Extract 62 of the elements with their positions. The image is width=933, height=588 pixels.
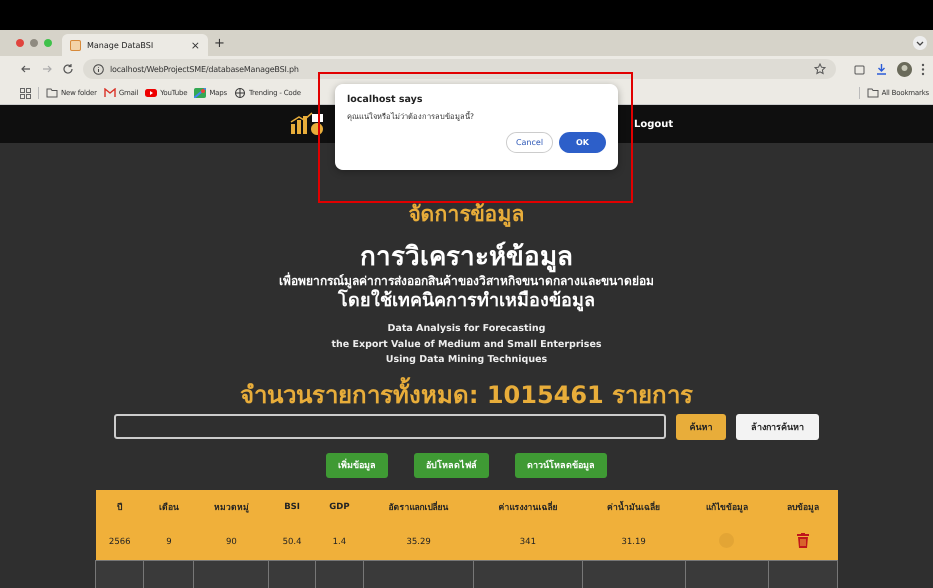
english-subtitle: the Export Value of Medium and Small Enterprises [331,338,602,352]
page-heading: จัดการข้อมูล [408,201,524,227]
star-icon[interactable] [814,63,826,75]
column-header: เดือน [144,490,194,524]
address-bar[interactable]: localhost/WebProjectSME/databaseManageBSI.ph [83,59,836,79]
cancel-button[interactable]: Cancel [506,132,553,153]
back-icon[interactable] [20,63,32,75]
folder-icon [866,88,879,98]
search-button[interactable]: ค้นหา [676,414,726,440]
table-cell: 9 [144,524,194,560]
column-header: ค่าน้ำมันเฉลี่ย [582,490,686,524]
folder-icon [46,88,58,98]
action-button[interactable]: อัปโหลดไฟล์ [414,452,489,478]
url-text: localhost/WebProjectSME/databaseManageBSI.ph [110,64,299,74]
trash-icon[interactable] [797,532,810,548]
column-header: BSI [268,490,316,524]
dialog-title: localhost says [347,94,424,105]
column-header: อัตราแลกเปลี่ยน [364,490,474,524]
table-cell: 35.29 [364,524,474,560]
action-button[interactable]: เพิ่มข้อมูล [326,452,388,478]
ok-button[interactable]: OK [559,132,606,153]
table-cell: 50.4 [268,524,316,560]
map-icon [194,88,206,98]
clear-search-button[interactable]: ล้างการค้นหา [736,414,819,440]
mail-icon [104,88,116,98]
logout-link[interactable]: Logout [634,118,674,130]
close-window-icon[interactable] [16,39,24,47]
menu-icon[interactable] [921,62,925,76]
thai-subtitle: เพื่อพยากรณ์มูลค่าการส่งออกสินค้าของวิสาหกิจขนาดกลางและขนาดย่อม [279,273,654,289]
column-header: หมวดหมู่ [194,490,269,524]
search-field[interactable] [114,414,666,439]
play-icon [145,88,158,98]
thai-subtitle: โดยใช้เทคนิคการทำเหมืองข้อมูล [338,289,595,313]
logo-icon [290,112,324,136]
browser-tab[interactable]: Manage DataBSI × [62,34,208,56]
english-subtitle: Using Data Mining Techniques [386,353,548,367]
table-cell: 90 [194,524,269,560]
table-cell: 341 [474,524,582,560]
page-title: การวิเคราะห์ข้อมูล [360,241,573,272]
record-count: จำนวนรายการทั้งหมด: 1015461 รายการ [240,380,694,410]
avatar-icon[interactable] [897,62,912,76]
reload-icon[interactable] [62,63,74,75]
favicon-icon [70,40,81,50]
column-header: ลบข้อมูล [768,490,838,524]
column-header: GDP [315,490,364,524]
chevron-down-icon[interactable] [913,36,927,50]
download-icon[interactable] [875,62,888,76]
table-cell: 2566 [96,524,144,560]
apps-grid-icon[interactable] [20,88,31,98]
tab-title: Manage DataBSI [87,40,154,50]
new-tab-button[interactable]: + [214,36,225,50]
extension-icon[interactable] [853,62,866,76]
table-cell: 31.19 [582,524,686,560]
info-icon [93,64,104,74]
globe-icon [234,88,246,98]
close-tab-button[interactable]: × [190,38,200,52]
table-cell: 1.4 [315,524,364,560]
column-header: ค่าแรงงานเฉลี่ย [474,490,582,524]
action-button[interactable]: ดาวน์โหลดข้อมูล [515,452,607,478]
column-header: แก้ไขข้อมูล [685,490,769,524]
english-subtitle: Data Analysis for Forecasting [388,322,546,336]
column-header: ปี [96,490,144,524]
